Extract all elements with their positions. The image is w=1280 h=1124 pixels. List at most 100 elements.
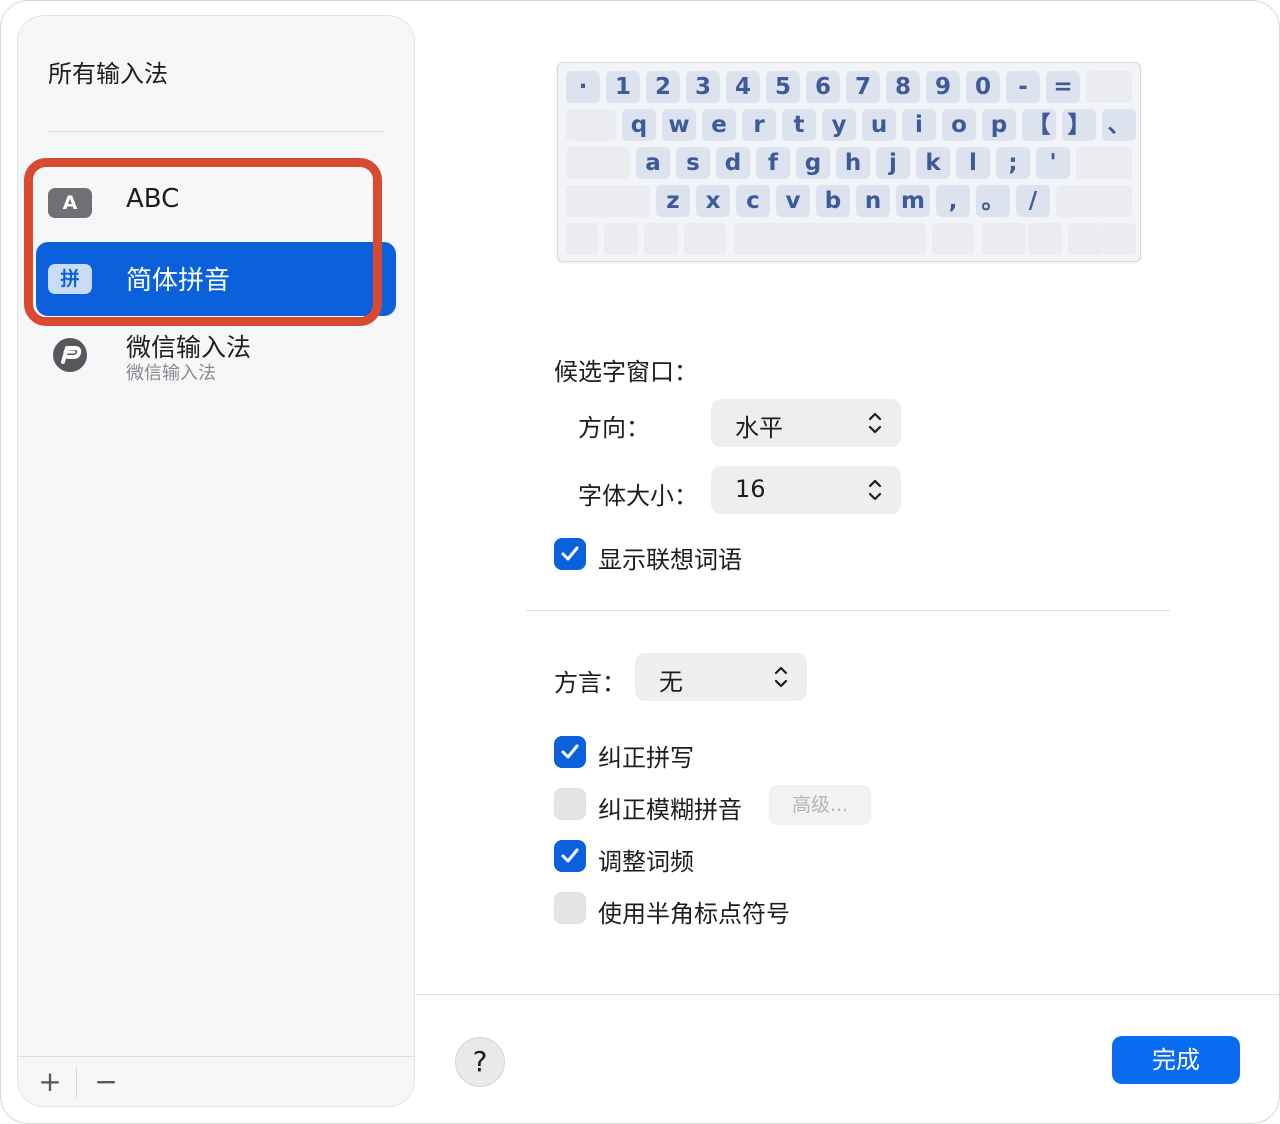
direction-popup[interactable]: 水平 [711,399,901,447]
font-size-popup[interactable]: 16 [711,466,901,514]
font-size-label: 字体大小： [578,482,698,510]
dialect-popup[interactable]: 无 [635,653,807,701]
key-3-3: v [776,185,810,217]
show-predictions-checkbox[interactable] [554,538,586,570]
keyboard-layout-preview: · 1 2 3 4 5 6 7 8 9 0- = q w e r t y u i o p 【】、 a s d f g h j k l; ' z x c… [557,62,1141,262]
key-0-6: 6 [806,71,840,103]
section-divider [526,610,1170,611]
key-1-10: 【 [1022,109,1056,141]
modifier-key [604,223,638,255]
key-1-7: i [902,109,936,141]
key-1-3: r [742,109,776,141]
key-1-12: 、 [1102,109,1136,141]
highlight-annotation [24,158,382,326]
key-1-5: y [822,109,856,141]
wechat-input-icon [53,338,87,372]
key-2-1: s [676,147,710,179]
modifier-key [1056,185,1132,217]
key-0-7: 7 [846,71,880,103]
key-2-9: ; [996,147,1030,179]
key-2-7: k [916,147,950,179]
sidebar-bottom-divider [18,1056,414,1057]
dialect-label: 方言： [554,669,626,697]
key-3-2: c [736,185,770,217]
key-1-11: 】 [1062,109,1096,141]
input-sources-window: 所有输入法 A ABC 拼 简体拼音 微信输入法 微信输入法 + − ·12 [0,0,1280,1124]
key-3-6: m [896,185,930,217]
key-2-0: a [636,147,670,179]
fuzzy-pinyin-label: 纠正模糊拼音 [598,796,742,824]
key-0-10: 0 [966,71,1000,103]
half-width-punct-checkbox[interactable] [554,892,586,924]
modifier-key [1068,223,1102,255]
modifier-key [932,223,974,255]
key-3-5: n [856,185,890,217]
sidebar-divider [48,131,384,132]
key-2-5: h [836,147,870,179]
button-divider [76,1068,77,1098]
show-predictions-label: 显示联想词语 [598,546,742,574]
key-0-1: 1 [606,71,640,103]
font-size-value: 16 [735,475,766,503]
chevron-updown-icon [868,479,882,501]
key-0-9: 9 [926,71,960,103]
modifier-key [566,185,650,217]
key-0-8: 8 [886,71,920,103]
checkmark-icon [561,848,579,863]
key-0-3: 3 [686,71,720,103]
sidebar-title: 所有输入法 [48,60,168,88]
advanced-button[interactable]: 高级... [769,785,871,825]
checkmark-icon [561,546,579,561]
key-0-12: = [1046,71,1080,103]
space-bar-key [734,223,926,255]
key-3-8: 。 [976,185,1010,217]
help-button[interactable]: ? [456,1038,504,1086]
key-3-7: , [936,185,970,217]
modifier-key [1028,223,1062,255]
fuzzy-pinyin-checkbox[interactable] [554,788,586,820]
modifier-key [644,223,678,255]
chevron-updown-icon [868,412,882,434]
chevron-updown-icon [774,666,788,688]
key-0-2: 2 [646,71,680,103]
correct-spelling-checkbox[interactable] [554,736,586,768]
dialect-value: 无 [659,668,683,696]
modifier-key [566,109,616,141]
modifier-key [566,223,598,255]
key-0-0: · [566,71,600,103]
direction-value: 水平 [735,414,783,442]
key-2-2: d [716,147,750,179]
footer-divider [414,994,1280,995]
half-width-punct-label: 使用半角标点符号 [598,900,790,928]
key-1-8: o [942,109,976,141]
modifier-key [1086,71,1132,103]
direction-label: 方向： [578,414,650,442]
key-1-1: w [662,109,696,141]
modifier-key [684,223,726,255]
sidebar: 所有输入法 A ABC 拼 简体拼音 微信输入法 微信输入法 + − [18,16,414,1106]
key-3-9: / [1016,185,1050,217]
remove-input-source-button[interactable]: − [86,1066,126,1098]
correct-spelling-label: 纠正拼写 [598,744,694,772]
key-3-0: z [656,185,690,217]
key-3-1: x [696,185,730,217]
adjust-frequency-checkbox[interactable] [554,840,586,872]
key-1-9: p [982,109,1016,141]
modifier-key [1102,223,1136,255]
key-2-4: g [796,147,830,179]
add-input-source-button[interactable]: + [30,1066,70,1098]
key-0-5: 5 [766,71,800,103]
key-2-10: ' [1036,147,1070,179]
input-source-wechat[interactable]: 微信输入法 微信输入法 [36,316,396,406]
modifier-key [1076,147,1132,179]
key-1-4: t [782,109,816,141]
checkmark-icon [561,744,579,759]
key-2-6: j [876,147,910,179]
done-button[interactable]: 完成 [1112,1036,1240,1084]
key-1-0: q [622,109,656,141]
key-2-3: f [756,147,790,179]
key-2-8: l [956,147,990,179]
adjust-frequency-label: 调整词频 [598,848,694,876]
key-3-4: b [816,185,850,217]
key-1-2: e [702,109,736,141]
